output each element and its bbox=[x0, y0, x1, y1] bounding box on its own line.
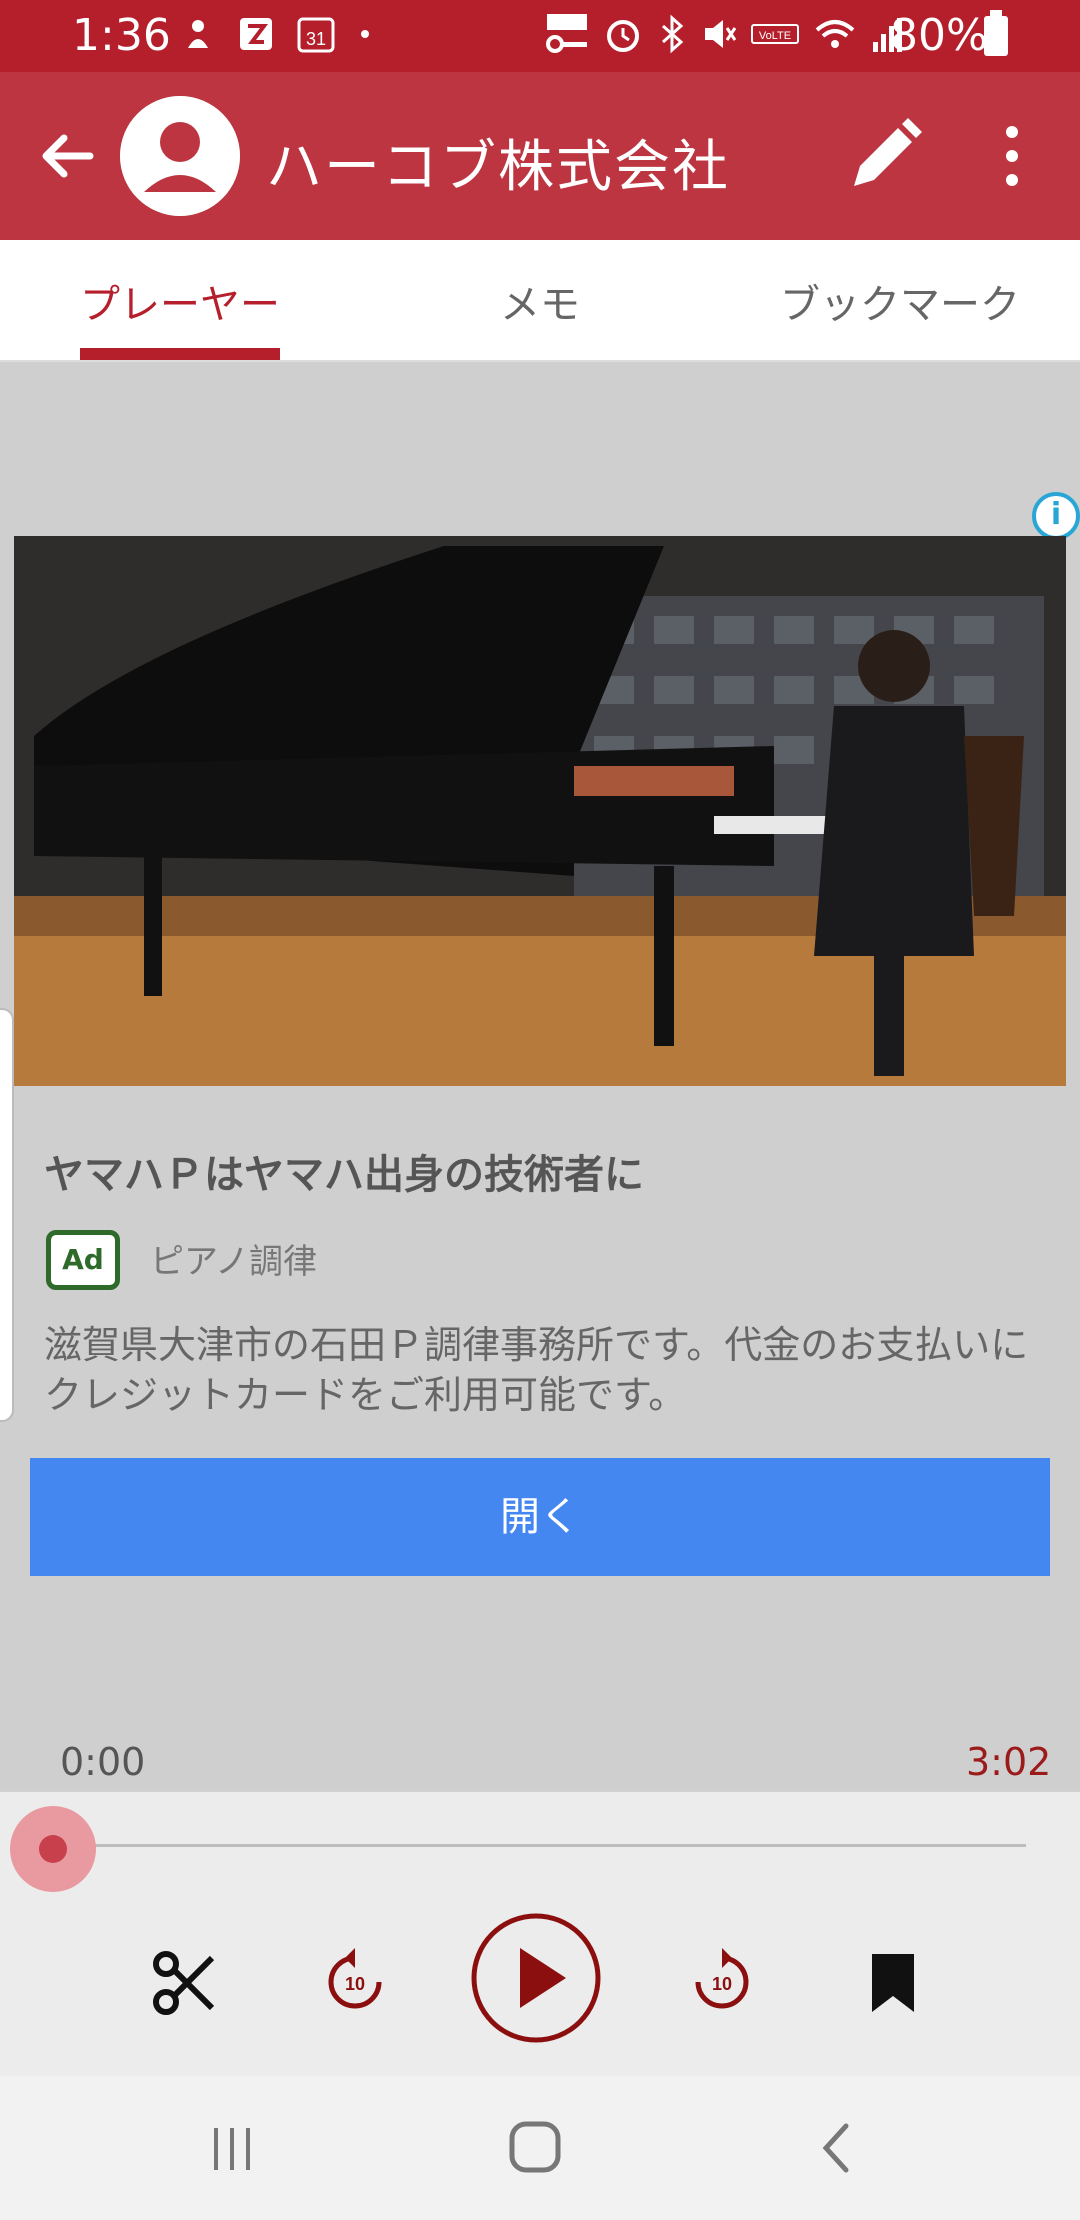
play-icon[interactable] bbox=[470, 1912, 602, 2044]
wifi-icon bbox=[815, 20, 855, 48]
forward-10-icon[interactable]: 10 bbox=[692, 1944, 752, 2014]
dot-icon bbox=[361, 30, 369, 38]
info-icon[interactable]: i bbox=[1032, 492, 1080, 540]
notification-icon bbox=[188, 20, 208, 48]
back-arrow-icon[interactable] bbox=[28, 116, 108, 196]
grand-piano-photo[interactable] bbox=[14, 536, 1066, 1086]
scissors-icon[interactable] bbox=[150, 1948, 220, 2018]
open-button[interactable]: 開く bbox=[30, 1458, 1050, 1576]
pencil-icon[interactable] bbox=[840, 112, 928, 200]
ad-badge: Ad bbox=[46, 1230, 120, 1290]
calendar-day: 31 bbox=[306, 29, 326, 49]
battery-icon bbox=[984, 10, 1008, 56]
more-vert-icon[interactable] bbox=[990, 116, 1034, 196]
bluetooth-icon bbox=[662, 14, 684, 54]
bookmark-icon[interactable] bbox=[868, 1952, 918, 2014]
seek-thumb-dot[interactable] bbox=[39, 1835, 67, 1863]
avatar-icon[interactable] bbox=[120, 96, 240, 216]
volte-icon: VoLTE bbox=[751, 24, 799, 44]
alarm-icon bbox=[607, 20, 639, 52]
ad-description: 滋賀県大津市の石田Ｐ調律事務所です。代金のお支払いにクレジットカードをご利用可能… bbox=[44, 1323, 1029, 1417]
tab-bar: プレーヤー メモ ブックマーク bbox=[0, 240, 1080, 362]
elapsed-time: 0:00 bbox=[60, 1740, 146, 1784]
app-icon bbox=[240, 18, 272, 50]
seek-track[interactable] bbox=[54, 1844, 1026, 1847]
side-handle[interactable] bbox=[0, 1008, 14, 1422]
calendar-icon: 31 bbox=[297, 17, 335, 53]
mute-icon bbox=[705, 20, 737, 48]
replay-seconds: 10 bbox=[345, 1974, 365, 1994]
recent-apps-icon[interactable] bbox=[208, 2124, 258, 2174]
contact-title: ハーコブ株式会社 bbox=[266, 135, 730, 200]
replay-10-icon[interactable]: 10 bbox=[325, 1944, 385, 2014]
ad-headline[interactable]: ヤマハＰはヤマハ出身の技術者に bbox=[44, 1142, 644, 1200]
active-tab-indicator bbox=[80, 348, 280, 360]
forward-seconds: 10 bbox=[712, 1974, 732, 1994]
tab-player[interactable]: プレーヤー bbox=[80, 272, 280, 330]
ad-category: ピアノ調律 bbox=[150, 1242, 317, 1282]
status-bar: 1:36 31 VoLTE 80% bbox=[0, 0, 1080, 72]
ad-banner[interactable]: i ヤマハＰはヤマハ出身の技術者に Ad ピアノ調律 滋賀県大津市の石田Ｐ調律事… bbox=[0, 362, 1080, 1790]
app-bar: ハーコブ株式会社 bbox=[0, 72, 1080, 240]
tab-bookmark[interactable]: ブックマーク bbox=[780, 272, 1020, 330]
system-nav-bar bbox=[0, 2076, 1080, 2220]
home-icon[interactable] bbox=[508, 2120, 562, 2174]
ic-key-icon bbox=[546, 14, 587, 53]
status-time: 1:36 bbox=[72, 10, 171, 61]
back-icon[interactable] bbox=[816, 2122, 856, 2174]
battery-percent: 80% bbox=[890, 10, 988, 61]
total-duration: 3:02 bbox=[966, 1740, 1052, 1784]
svg-text:VoLTE: VoLTE bbox=[759, 30, 791, 42]
tab-memo[interactable]: メモ bbox=[500, 272, 580, 330]
player-controls: 10 10 bbox=[0, 1792, 1080, 2076]
